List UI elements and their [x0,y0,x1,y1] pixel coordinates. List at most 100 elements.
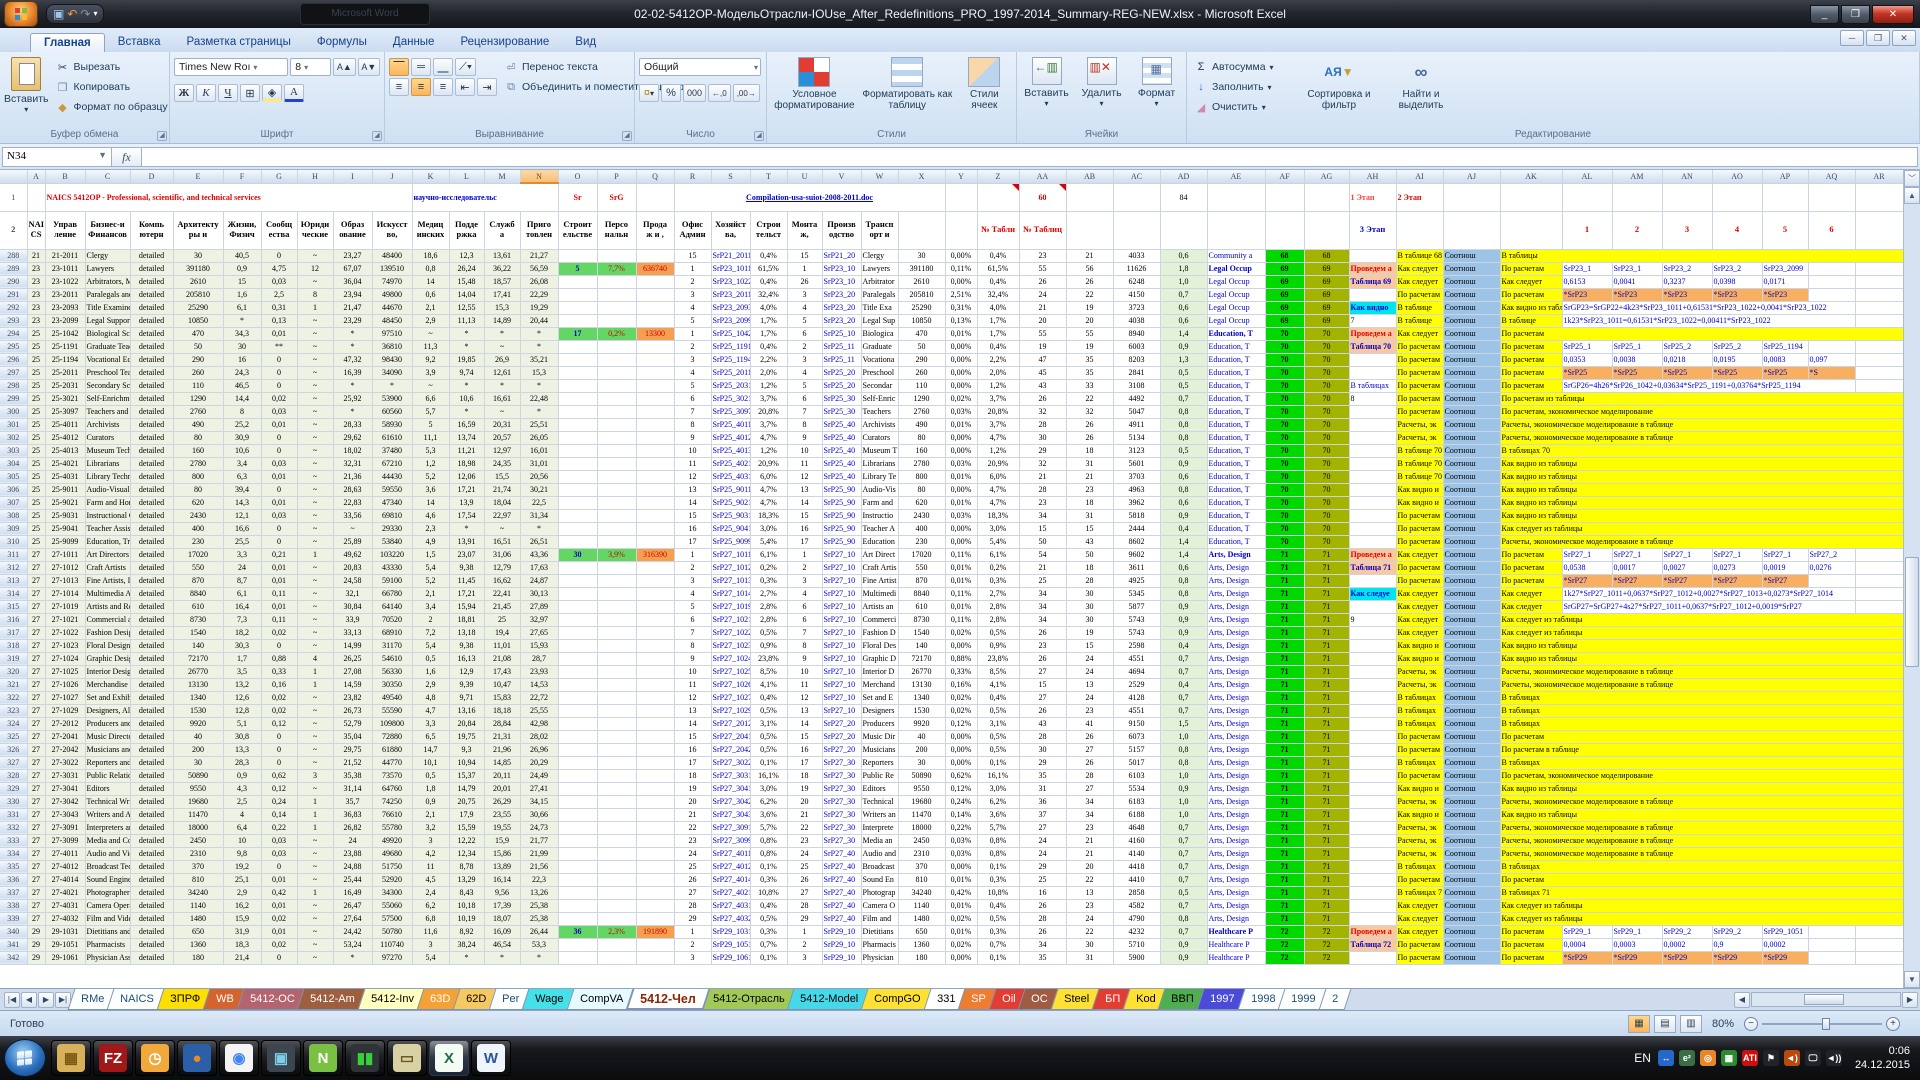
cell[interactable]: ~ [297,353,333,366]
cell[interactable]: 55 [1019,262,1066,275]
cell[interactable] [1160,211,1207,249]
cell[interactable]: ~ [297,509,333,522]
fill-button[interactable]: ↓Заполнить▾ [1191,78,1295,96]
cell[interactable]: 71 [1265,548,1304,561]
tray-icon-ext2[interactable]: e² [1679,1050,1695,1066]
cell[interactable]: 28,84 [484,717,520,730]
cell[interactable]: 0,12% [945,717,977,730]
cell[interactable] [636,717,674,730]
cell[interactable]: 0 [261,483,297,496]
cell[interactable]: 0 [261,951,297,964]
cell[interactable]: Как следует [1500,600,1562,613]
cell[interactable]: По расчетам, экономическое моделирование [1500,405,1903,418]
cell[interactable] [1349,834,1396,847]
cell[interactable]: 30,9 [223,431,261,444]
cell[interactable]: 20 [787,795,822,808]
cell[interactable]: 56330 [372,665,412,678]
cell[interactable]: Архитекту ры и [173,211,223,249]
cell[interactable] [558,522,597,535]
cell[interactable]: 71 [1265,873,1304,886]
cell[interactable]: 0,00% [945,444,977,457]
cell[interactable]: SrP25_10 [822,327,861,340]
cell[interactable]: SrP27_10 [822,613,861,626]
cell[interactable]: 50 [1066,548,1113,561]
cell[interactable]: ~ [297,704,333,717]
cell[interactable]: Farm and [861,496,898,509]
row-header-319[interactable]: 319 [0,652,27,665]
cell[interactable]: 71 [1304,795,1349,808]
cell[interactable]: 71 [1265,587,1304,600]
cell[interactable]: Соотнош [1443,821,1500,834]
cell[interactable]: По расчетам [1500,938,1562,951]
cell[interactable]: 25-4011 [45,418,85,431]
cell[interactable]: detailed [130,548,173,561]
cell[interactable]: 72 [1304,938,1349,951]
cell[interactable]: По расчетам [1500,262,1562,275]
dialog-launcher-icon[interactable]: ◢ [754,131,764,141]
cell[interactable]: 0 [261,366,297,379]
cell[interactable] [597,626,636,639]
cell[interactable]: Education, T [1207,496,1265,509]
cell[interactable] [597,470,636,483]
cell[interactable]: 26 [1066,418,1113,431]
cell[interactable] [1349,509,1396,522]
cell[interactable] [558,496,597,509]
cell[interactable]: 5,3 [412,444,449,457]
row-header-314[interactable]: 314 [0,587,27,600]
cell[interactable]: 5,7% [977,821,1019,834]
cell[interactable]: 33 [1066,379,1113,392]
cell[interactable]: 72 [1265,951,1304,964]
cell[interactable]: SrP27_2 [1808,548,1855,561]
cell[interactable]: 27-1013 [45,574,85,587]
cell[interactable]: SrP27_4021 [711,886,750,899]
cell[interactable]: 103220 [372,548,412,561]
cell[interactable]: 2,0% [977,366,1019,379]
cell[interactable]: 50890 [173,769,223,782]
cell[interactable]: 0,9 [223,769,261,782]
cell[interactable]: Fine Artists, In [85,574,130,587]
cell[interactable]: 5,2 [412,574,449,587]
cell[interactable]: 25-4021 [45,457,85,470]
cell[interactable]: 19,2 [223,860,261,873]
cell[interactable]: Education, T [1207,340,1265,353]
cell[interactable]: Соотнош [1443,444,1500,457]
cell[interactable]: 3 [674,353,711,366]
cell[interactable]: detailed [130,912,173,925]
row-header-299[interactable]: 299 [0,392,27,405]
cell[interactable]: 0,01 [261,873,297,886]
cell[interactable]: *SrP23 [1662,288,1712,301]
cell[interactable]: 1480 [898,912,945,925]
cell[interactable]: 15,3 [484,301,520,314]
cell[interactable]: 23 [27,262,45,275]
cell[interactable]: 29 [1019,860,1066,873]
cell[interactable]: 0,22% [945,821,977,834]
cell[interactable]: 30,66 [520,808,558,821]
cell[interactable]: 16,14 [484,873,520,886]
cell[interactable]: 2 [1612,211,1662,249]
cell[interactable]: 0,1% [750,756,787,769]
cell[interactable] [636,860,674,873]
cell[interactable] [1855,211,1903,249]
cell[interactable]: 35 [1066,353,1113,366]
cell[interactable]: SrP23_1 [1612,262,1662,275]
cell[interactable]: 0,1% [977,860,1019,873]
cell[interactable]: 18,07 [484,912,520,925]
cell[interactable]: 69 [1304,288,1349,301]
bold-button[interactable]: Ж [174,84,194,102]
cell[interactable] [597,249,636,262]
cell[interactable]: detailed [130,496,173,509]
cell[interactable]: 12,34 [449,847,484,860]
cell[interactable]: 71 [1304,626,1349,639]
cell[interactable] [597,860,636,873]
cell[interactable]: SrP27_3042 [711,795,750,808]
cell[interactable]: Healthcare P [1207,925,1265,938]
cell[interactable]: 650 [173,925,223,938]
cell[interactable]: 2,7% [750,587,787,600]
cell[interactable]: 22 [1066,392,1113,405]
cell[interactable]: 6,0% [977,470,1019,483]
cell[interactable]: 71 [1265,821,1304,834]
cell[interactable] [558,444,597,457]
cell[interactable]: 70 [1304,470,1349,483]
cell[interactable]: 29-1061 [45,951,85,964]
cell[interactable]: 3703 [1113,470,1160,483]
